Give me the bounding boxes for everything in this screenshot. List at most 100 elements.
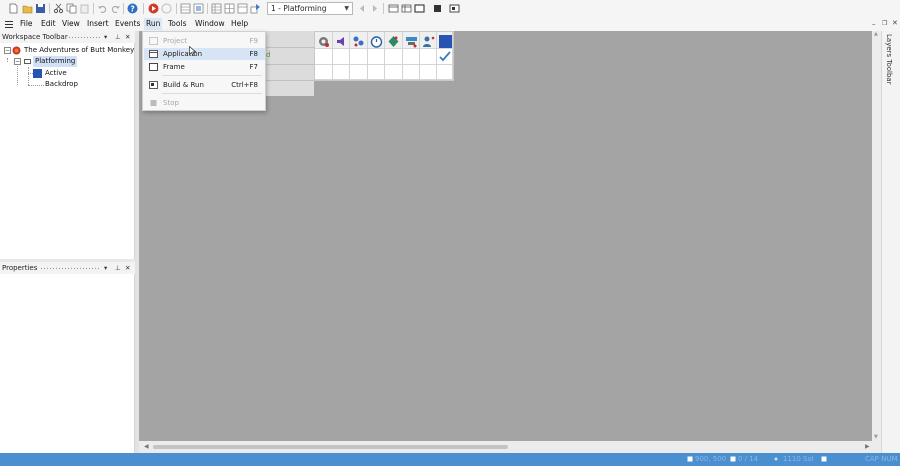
menu-window[interactable]: Window	[193, 18, 227, 30]
grid-cell[interactable]	[420, 65, 437, 80]
toolbar-separator	[207, 3, 208, 14]
event-partial-text: d	[266, 51, 271, 59]
drag-handle-icon[interactable]	[68, 36, 100, 39]
event-list-icon[interactable]	[224, 3, 235, 14]
undo-icon[interactable]	[97, 3, 108, 14]
storyboard-controls-icon	[353, 36, 364, 47]
menu-item-shortcut: F8	[249, 50, 258, 58]
workspace-panel: Workspace Toolbar ▾ ⊥ ✕ − The Adventures…	[0, 31, 140, 259]
preview-icon[interactable]	[449, 3, 460, 14]
close-icon[interactable]: ✕	[892, 19, 898, 27]
panel-close-icon[interactable]: ✕	[125, 263, 130, 273]
grid-cell[interactable]	[315, 49, 333, 65]
menu-insert[interactable]: Insert	[85, 18, 111, 30]
grid-cell[interactable]	[350, 49, 368, 65]
menu-grip-icon[interactable]	[5, 21, 13, 28]
data-elements-icon[interactable]	[237, 3, 248, 14]
chevron-down-icon: ▼	[344, 5, 349, 12]
horizontal-scroll-thumb[interactable]	[153, 445, 508, 449]
run-application-icon	[149, 50, 158, 58]
save-icon[interactable]	[35, 3, 46, 14]
grid-cell[interactable]	[333, 65, 350, 80]
menu-view[interactable]: View	[60, 18, 82, 30]
grid-cell[interactable]	[403, 65, 420, 80]
grid-cell[interactable]	[368, 65, 385, 80]
next-frame-icon[interactable]	[369, 3, 380, 14]
storyboard-icon[interactable]	[180, 3, 191, 14]
event-editor-icon[interactable]	[211, 3, 222, 14]
scroll-left-icon[interactable]: ◀	[144, 443, 149, 450]
build-run-icon	[149, 81, 158, 89]
event-grid	[314, 31, 454, 81]
grid-cell[interactable]	[437, 65, 453, 80]
panel-menu-icon[interactable]: ▾	[104, 263, 107, 273]
grid-cell-checked[interactable]	[437, 49, 453, 65]
drag-handle-icon[interactable]	[40, 267, 100, 270]
grid-cell[interactable]	[333, 49, 350, 65]
run-icon[interactable]	[148, 3, 159, 14]
grid-cell[interactable]	[420, 49, 437, 65]
workspace-header[interactable]: Workspace Toolbar ▾ ⊥ ✕	[0, 31, 135, 43]
sound-icon	[337, 37, 344, 46]
create-object-icon	[388, 36, 399, 47]
menu-edit[interactable]: Edit	[39, 18, 58, 30]
pointer-icon[interactable]	[250, 3, 261, 14]
stop-square-icon[interactable]	[432, 3, 443, 14]
tree-item-frame[interactable]: Platforming	[23, 56, 78, 67]
panel-close-icon[interactable]: ✕	[125, 32, 130, 42]
menu-separator	[162, 93, 262, 94]
layout-split-icon[interactable]	[401, 3, 412, 14]
grid-cell[interactable]	[403, 49, 420, 65]
restore-icon[interactable]: ❐	[882, 20, 887, 27]
vertical-scrollbar[interactable]: ▲ ▼	[872, 31, 881, 441]
menu-item-shortcut: F9	[249, 37, 258, 45]
grid-cell[interactable]	[315, 65, 333, 80]
event-conditions-column[interactable]: d	[266, 31, 314, 96]
previous-frame-icon[interactable]	[357, 3, 368, 14]
copy-icon[interactable]	[66, 3, 77, 14]
row-divider	[266, 80, 314, 81]
properties-header[interactable]: Properties ▾ ⊥ ✕	[0, 262, 135, 274]
fullscreen-icon[interactable]	[414, 3, 425, 14]
help-icon[interactable]: ?	[127, 3, 138, 14]
paste-icon[interactable]	[79, 3, 90, 14]
layout-single-icon[interactable]	[388, 3, 399, 14]
menu-file[interactable]: File	[18, 18, 35, 30]
grid-cell[interactable]	[385, 49, 403, 65]
menu-events[interactable]: Events	[113, 18, 142, 30]
main-toolbar: ? 1 - Platforming ▼	[0, 0, 900, 17]
scroll-down-icon[interactable]: ▼	[874, 434, 878, 440]
layers-toolbar-strip[interactable]: Layers Toolbar	[881, 31, 900, 453]
grid-cell[interactable]	[368, 49, 385, 65]
minimize-icon[interactable]: –	[872, 20, 876, 28]
panel-menu-icon[interactable]: ▾	[104, 32, 107, 42]
grid-cell[interactable]	[385, 65, 403, 80]
redo-icon[interactable]	[110, 3, 121, 14]
tree-expander[interactable]: −	[14, 58, 21, 65]
menu-run[interactable]: Run	[144, 18, 163, 30]
frame-editor-icon[interactable]	[193, 3, 204, 14]
menu-item-frame[interactable]: Frame F7	[144, 61, 265, 73]
tree-expander[interactable]: −	[4, 47, 11, 54]
frame-icon	[24, 59, 31, 64]
menu-item-stop[interactable]: Stop	[144, 97, 265, 109]
stop-icon[interactable]	[161, 3, 172, 14]
menu-help[interactable]: Help	[229, 18, 250, 30]
open-folder-icon[interactable]	[22, 3, 33, 14]
pin-icon[interactable]: ⊥	[115, 32, 121, 42]
new-file-icon[interactable]	[8, 3, 19, 14]
tree-item-backdrop[interactable]: Backdrop	[45, 79, 78, 90]
menu-item-build-run[interactable]: Build & Run Ctrl+F8	[144, 79, 265, 91]
scroll-up-icon[interactable]: ▲	[874, 31, 878, 37]
menu-tools[interactable]: Tools	[166, 18, 188, 30]
menu-item-project[interactable]: Project F9	[144, 35, 265, 47]
grid-cell[interactable]	[350, 65, 368, 80]
menu-item-shortcut: Ctrl+F8	[231, 81, 258, 89]
cut-icon[interactable]	[53, 3, 64, 14]
pin-icon[interactable]: ⊥	[115, 263, 121, 273]
menu-item-application[interactable]: Application F8	[144, 48, 265, 60]
application-icon	[12, 46, 21, 55]
menu-separator	[162, 75, 262, 76]
scroll-right-icon[interactable]: ▶	[865, 443, 870, 450]
frame-select[interactable]: 1 - Platforming ▼	[267, 2, 353, 15]
